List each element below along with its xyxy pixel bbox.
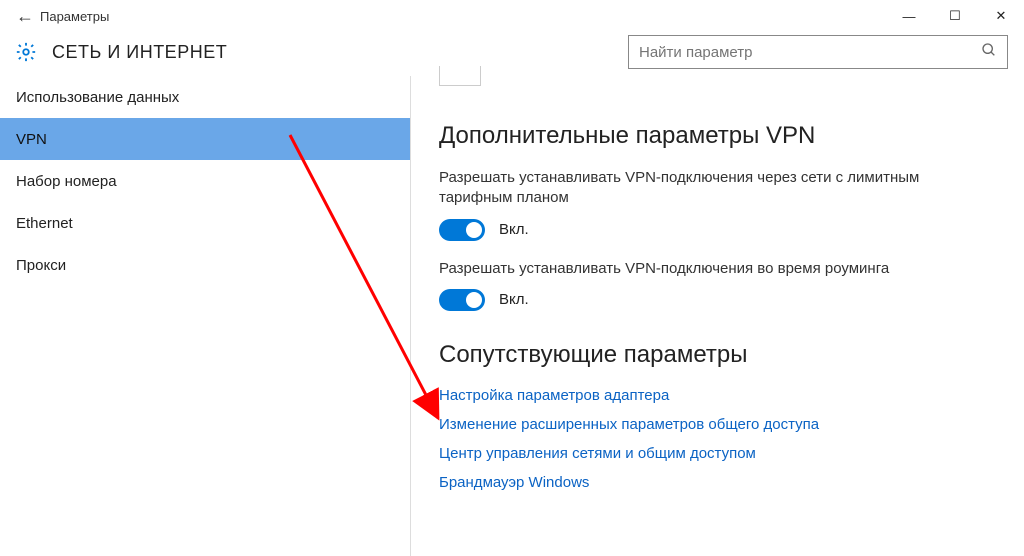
link-adapter-settings[interactable]: Настройка параметров адаптера — [439, 387, 996, 404]
back-button[interactable]: ← — [10, 6, 40, 27]
window-title: Параметры — [40, 9, 109, 24]
sidebar-item-proxy[interactable]: Прокси — [0, 244, 410, 286]
link-network-center[interactable]: Центр управления сетями и общим доступом — [439, 445, 996, 462]
link-advanced-sharing[interactable]: Изменение расширенных параметров общего … — [439, 416, 996, 433]
minimize-button[interactable]: — — [886, 0, 932, 32]
sidebar: Использование данных VPN Набор номера Et… — [0, 76, 410, 556]
gear-icon — [14, 40, 38, 64]
search-box[interactable] — [628, 35, 1008, 69]
link-firewall[interactable]: Брандмауэр Windows — [439, 474, 996, 491]
setting-metered-label: Разрешать устанавливать VPN-подключения … — [439, 168, 959, 209]
titlebar: ← Параметры — [0, 0, 1024, 32]
setting-roaming-label: Разрешать устанавливать VPN-подключения … — [439, 259, 959, 279]
toggle-roaming[interactable] — [439, 289, 485, 311]
window-controls: — ☐ ✕ — [886, 0, 1024, 32]
toggle-metered[interactable] — [439, 219, 485, 241]
search-input[interactable] — [639, 44, 981, 61]
content-pane: Дополнительные параметры VPN Разрешать у… — [410, 76, 1024, 556]
toggle-roaming-state: Вкл. — [499, 291, 529, 308]
sidebar-item-vpn[interactable]: VPN — [0, 118, 410, 160]
heading-related: Сопутствующие параметры — [439, 341, 996, 369]
section-title: СЕТЬ И ИНТЕРНЕТ — [52, 42, 227, 63]
sidebar-item-ethernet[interactable]: Ethernet — [0, 202, 410, 244]
sidebar-item-dialup[interactable]: Набор номера — [0, 160, 410, 202]
heading-vpn-advanced: Дополнительные параметры VPN — [439, 122, 996, 150]
search-icon — [981, 42, 997, 62]
close-button[interactable]: ✕ — [978, 0, 1024, 32]
add-vpn-stub[interactable] — [439, 66, 481, 86]
maximize-button[interactable]: ☐ — [932, 0, 978, 32]
sidebar-item-data-usage[interactable]: Использование данных — [0, 76, 410, 118]
header: СЕТЬ И ИНТЕРНЕТ — [0, 32, 1024, 76]
toggle-metered-state: Вкл. — [499, 221, 529, 238]
